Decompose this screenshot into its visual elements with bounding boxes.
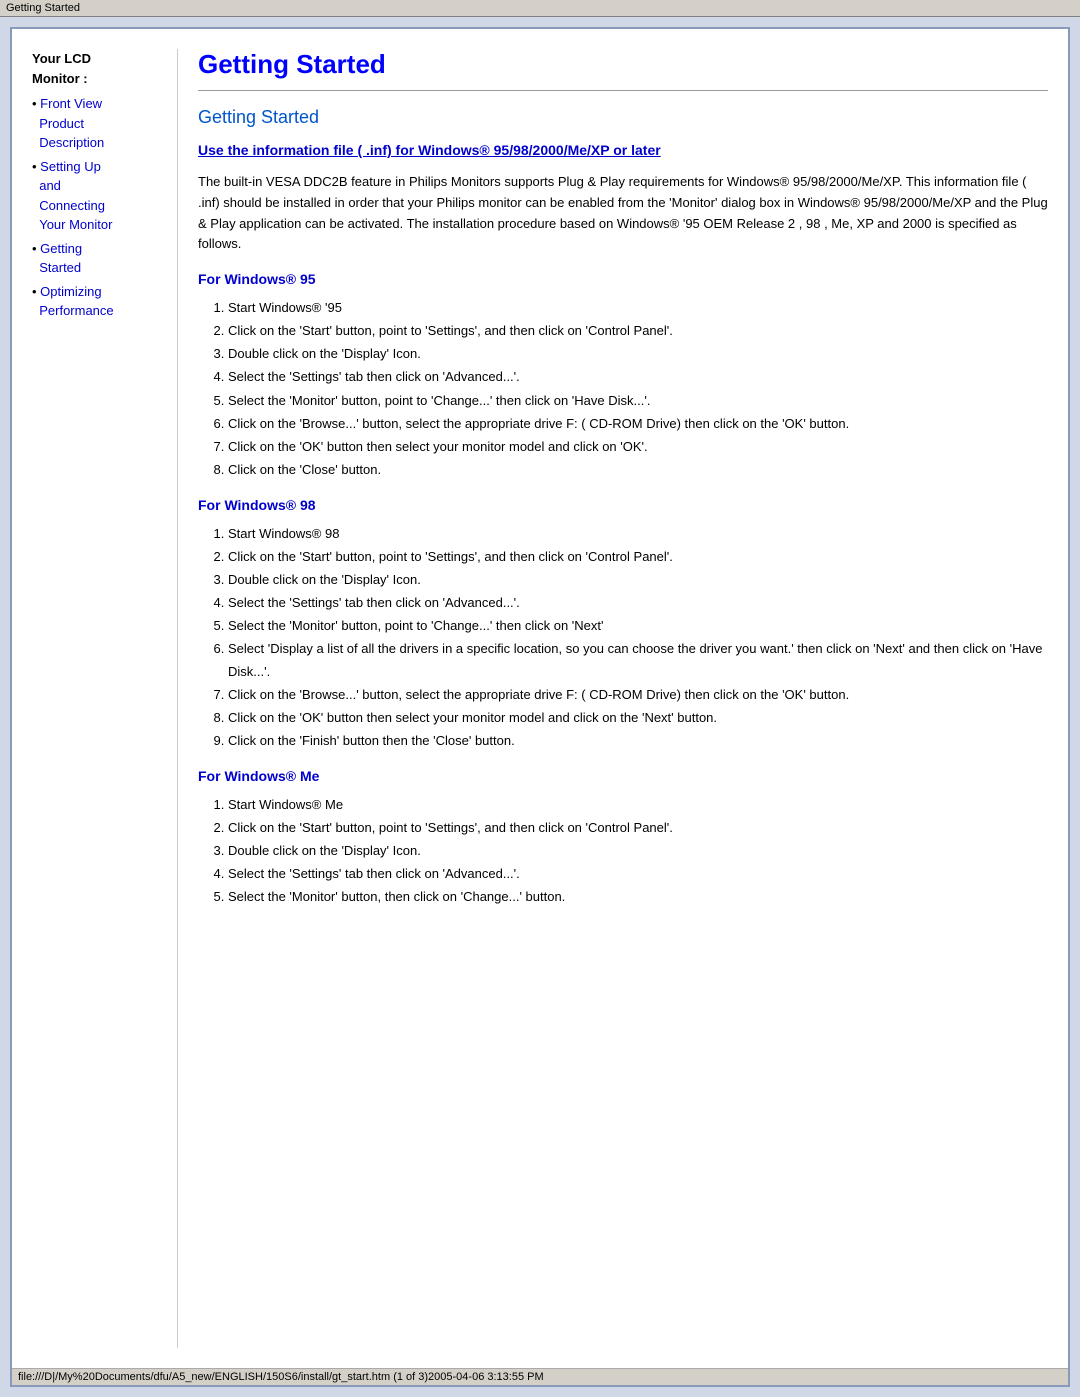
- nav-link-optimizing[interactable]: Optimizing Performance: [32, 284, 114, 319]
- status-bar: file:///D|/My%20Documents/dfu/A5_new/ENG…: [12, 1368, 1068, 1385]
- list-item: Click on the 'Browse...' button, select …: [228, 413, 1048, 435]
- sidebar-nav: • Front View Product Description • Setti…: [32, 94, 177, 321]
- section-title: Getting Started: [198, 107, 1048, 128]
- sidebar-item-getting-started: • Getting Started: [32, 239, 177, 278]
- list-item: Select 'Display a list of all the driver…: [228, 638, 1048, 682]
- list-item: Click on the 'Start' button, point to 'S…: [228, 546, 1048, 568]
- list-item: Start Windows® Me: [228, 794, 1048, 816]
- sidebar-heading-line2: Monitor: [32, 71, 80, 86]
- list-item: Start Windows® '95: [228, 297, 1048, 319]
- windowsme-steps: Start Windows® Me Click on the 'Start' b…: [228, 794, 1048, 908]
- sidebar: Your LCD Monitor : • Front View Product …: [32, 49, 177, 1348]
- list-item: Select the 'Settings' tab then click on …: [228, 366, 1048, 388]
- main-content: Getting Started Getting Started Use the …: [177, 49, 1048, 1348]
- windows98-steps: Start Windows® 98 Click on the 'Start' b…: [228, 523, 1048, 752]
- list-item: Double click on the 'Display' Icon.: [228, 343, 1048, 365]
- intro-paragraph: The built-in VESA DDC2B feature in Phili…: [198, 172, 1048, 255]
- status-bar-text: file:///D|/My%20Documents/dfu/A5_new/ENG…: [18, 1371, 544, 1383]
- title-bar: Getting Started: [0, 0, 1080, 17]
- title-bar-text: Getting Started: [6, 2, 80, 14]
- sidebar-item-optimizing: • Optimizing Performance: [32, 282, 177, 321]
- list-item: Click on the 'Start' button, point to 'S…: [228, 817, 1048, 839]
- list-item: Select the 'Settings' tab then click on …: [228, 863, 1048, 885]
- sidebar-heading: Your LCD Monitor :: [32, 49, 177, 88]
- nav-bullet-2: •: [32, 159, 40, 174]
- list-item: Select the 'Settings' tab then click on …: [228, 592, 1048, 614]
- list-item: Click on the 'Close' button.: [228, 459, 1048, 481]
- list-item: Double click on the 'Display' Icon.: [228, 840, 1048, 862]
- list-item: Click on the 'OK' button then select you…: [228, 436, 1048, 458]
- nav-link-front-view[interactable]: Front View Product Description: [32, 96, 104, 150]
- page-title: Getting Started: [198, 49, 1048, 80]
- windows95-steps: Start Windows® '95 Click on the 'Start' …: [228, 297, 1048, 481]
- sidebar-item-setting-up: • Setting Up and Connecting Your Monitor: [32, 157, 177, 235]
- windows98-heading: For Windows® 98: [198, 497, 1048, 513]
- sidebar-heading-colon: :: [83, 71, 87, 86]
- outer-frame: Your LCD Monitor : • Front View Product …: [10, 27, 1070, 1387]
- windows95-heading: For Windows® 95: [198, 271, 1048, 287]
- content-area: Your LCD Monitor : • Front View Product …: [12, 29, 1068, 1368]
- list-item: Click on the 'OK' button then select you…: [228, 707, 1048, 729]
- nav-link-setting-up[interactable]: Setting Up and Connecting Your Monitor: [32, 159, 112, 233]
- list-item: Select the 'Monitor' button, point to 'C…: [228, 390, 1048, 412]
- sidebar-item-front-view: • Front View Product Description: [32, 94, 177, 153]
- list-item: Click on the 'Start' button, point to 'S…: [228, 320, 1048, 342]
- divider: [198, 90, 1048, 91]
- list-item: Select the 'Monitor' button, point to 'C…: [228, 615, 1048, 637]
- nav-bullet-1: •: [32, 96, 40, 111]
- windowsme-heading: For Windows® Me: [198, 768, 1048, 784]
- nav-bullet-3: •: [32, 241, 40, 256]
- list-item: Select the 'Monitor' button, then click …: [228, 886, 1048, 908]
- nav-link-getting-started[interactable]: Getting Started: [32, 241, 82, 276]
- nav-bullet-4: •: [32, 284, 40, 299]
- list-item: Double click on the 'Display' Icon.: [228, 569, 1048, 591]
- sidebar-heading-line1: Your LCD: [32, 51, 91, 66]
- list-item: Click on the 'Browse...' button, select …: [228, 684, 1048, 706]
- list-item: Click on the 'Finish' button then the 'C…: [228, 730, 1048, 752]
- list-item: Start Windows® 98: [228, 523, 1048, 545]
- inf-link[interactable]: Use the information file ( .inf) for Win…: [198, 142, 1048, 158]
